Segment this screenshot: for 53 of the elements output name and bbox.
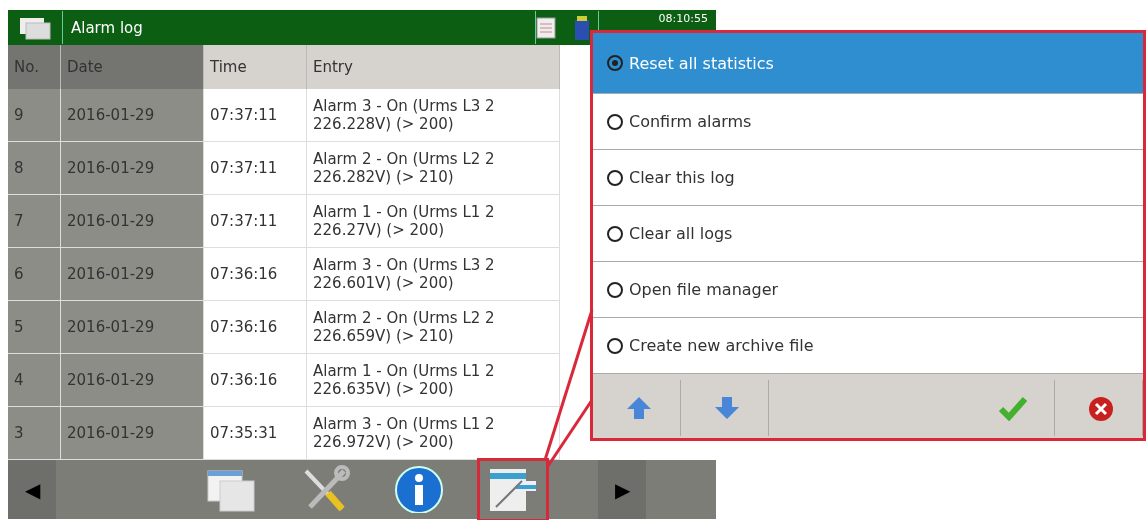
table-cell: 6 <box>8 247 61 301</box>
table-cell: 2016-01-29 <box>60 247 204 301</box>
table-cell: 7 <box>8 194 61 248</box>
list-icon[interactable] <box>535 16 556 39</box>
table-cell: 07:35:31 <box>203 406 307 460</box>
previous-button[interactable]: ◀ <box>8 460 56 519</box>
clock-time: 08:10:55 <box>658 12 708 25</box>
checkmark-icon <box>998 395 1027 421</box>
column-header: No. <box>8 45 61 89</box>
table-cell: Alarm 3 - On (Urms L3 2 226.228V) (> 200) <box>306 89 560 142</box>
table-cell: Alarm 1 - On (Urms L1 2 226.27V) (> 200) <box>306 194 560 248</box>
next-button[interactable]: ▶ <box>598 460 646 519</box>
menu-option[interactable]: Confirm alarms <box>593 94 1143 150</box>
column-header: Entry <box>306 45 560 89</box>
table-cell: Alarm 3 - On (Urms L3 2 226.601V) (> 200) <box>306 247 560 301</box>
table-cell: 2016-01-29 <box>60 141 204 195</box>
windows-icon[interactable] <box>18 15 52 40</box>
menu-option[interactable]: Open file manager <box>593 262 1143 318</box>
table-cell: 2016-01-29 <box>60 194 204 248</box>
menu-option[interactable]: Reset all statistics <box>593 33 1143 94</box>
column-header: Date <box>60 45 204 89</box>
window-title: Alarm log <box>62 11 536 44</box>
radio-button[interactable] <box>607 113 623 130</box>
table-cell: 4 <box>8 353 61 407</box>
menu-option[interactable]: Clear all logs <box>593 206 1143 262</box>
radio-button[interactable] <box>607 55 623 71</box>
radio-button[interactable] <box>607 169 623 186</box>
table-cell: 07:36:16 <box>203 247 307 301</box>
table-cell: 9 <box>8 89 61 142</box>
column-header: Time <box>203 45 307 89</box>
memory-card-icon[interactable] <box>573 15 590 40</box>
menu-option[interactable]: Clear this log <box>593 150 1143 206</box>
table-cell: 2016-01-29 <box>60 406 204 460</box>
table-cell: Alarm 3 - On (Urms L1 2 226.972V) (> 200) <box>306 406 560 460</box>
table-cell: 8 <box>8 141 61 195</box>
radio-button[interactable] <box>607 281 623 298</box>
table-cell: Alarm 1 - On (Urms L1 2 226.635V) (> 200) <box>306 353 560 407</box>
table-cell: 07:36:16 <box>203 300 307 354</box>
table-cell: 5 <box>8 300 61 354</box>
table-cell: Alarm 2 - On (Urms L2 2 226.659V) (> 210) <box>306 300 560 354</box>
table-cell: 07:36:16 <box>203 353 307 407</box>
radio-button[interactable] <box>607 337 623 354</box>
table-cell: 07:37:11 <box>203 194 307 248</box>
radio-button[interactable] <box>607 225 623 242</box>
table-cell: 07:37:11 <box>203 89 307 142</box>
table-cell: 3 <box>8 406 61 460</box>
cancel-icon <box>1086 395 1115 421</box>
table-cell: 07:37:11 <box>203 141 307 195</box>
toolbar-button[interactable] <box>477 457 549 520</box>
table-cell: 2016-01-29 <box>60 300 204 354</box>
table-cell: 2016-01-29 <box>60 89 204 142</box>
table-cell: Alarm 2 - On (Urms L2 2 226.282V) (> 210) <box>306 141 560 195</box>
table-cell: 2016-01-29 <box>60 353 204 407</box>
